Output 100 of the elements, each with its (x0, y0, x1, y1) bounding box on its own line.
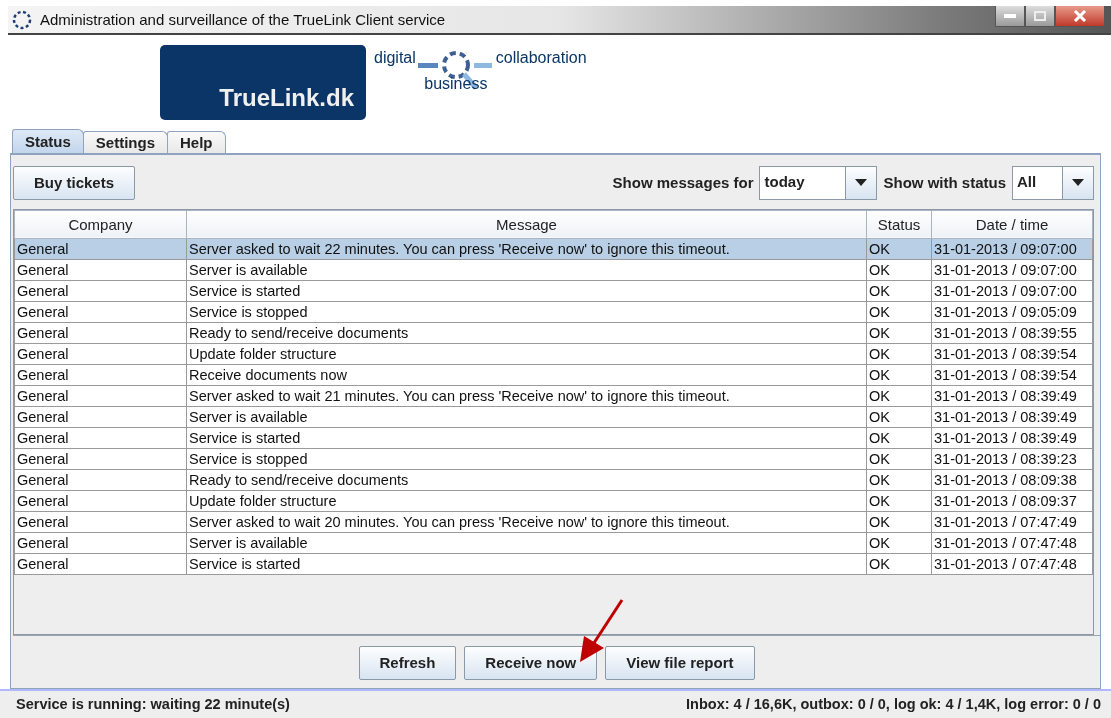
table-cell: OK (866, 343, 932, 365)
table-cell: OK (866, 259, 932, 281)
table-cell: Server is available (186, 259, 867, 281)
table-cell: OK (866, 322, 932, 344)
table-cell: OK (866, 553, 932, 575)
table-row[interactable]: General Service is stopped OK 31-01-2013 / 09:05:09 (14, 301, 1093, 323)
table-row[interactable]: General Ready to send/receive documents OK 31-01-2013 / 08:09:38 (14, 469, 1093, 491)
table-cell: General (14, 322, 187, 344)
minimize-button[interactable] (995, 6, 1025, 27)
table-cell: General (14, 469, 187, 491)
dropdown[interactable]: today (759, 165, 878, 200)
table-cell: 31-01-2013 / 08:39:49 (931, 427, 1093, 449)
dropdown[interactable]: All (1012, 165, 1094, 200)
tab[interactable]: Help (167, 130, 226, 153)
action-button[interactable]: Receive now (464, 645, 598, 680)
table-row[interactable]: General Service is started OK 31-01-2013 / 08:39:49 (14, 427, 1093, 449)
status-text: Inbox: 4 / 16,6K, outbox: 0 / 0, log ok: 4 / 1,4K, log error: 0 / 0 (686, 696, 1101, 713)
table-cell: General (14, 385, 187, 407)
table-row[interactable]: General Receive documents now OK 31-01-2013 / 08:39:54 (14, 364, 1093, 386)
table-cell: Ready to send/receive documents (186, 322, 867, 344)
table-row[interactable]: General Server asked to wait 20 minutes. You can press 'Receive now' to ignore this timeout. OK 31-01-2013 / 07:47:49 (14, 511, 1093, 533)
table-cell: General (14, 343, 187, 365)
tagline-text: business (424, 75, 488, 93)
table-row[interactable]: General Service is started OK 31-01-2013 / 07:47:48 (14, 553, 1093, 575)
table-cell: 31-01-2013 / 07:47:48 (931, 553, 1093, 575)
table-cell: OK (866, 511, 932, 533)
tab[interactable]: Status (12, 128, 84, 153)
table-cell: 31-01-2013 / 08:09:37 (931, 490, 1093, 512)
table-cell: General (14, 238, 187, 260)
table-cell: General (14, 427, 187, 449)
table-cell: Update folder structure (186, 343, 867, 365)
table-cell: General (14, 406, 187, 428)
table-cell: General (14, 511, 187, 533)
table-cell: OK (866, 490, 932, 512)
window-title: Administration and surveillance of the TrueLink Client service (40, 11, 447, 29)
table-cell: Server asked to wait 22 minutes. You can press 'Receive now' to ignore this timeout. (186, 238, 867, 260)
table-cell: 31-01-2013 / 08:09:38 (931, 469, 1093, 491)
maximize-button[interactable] (1025, 6, 1055, 27)
table-cell: General (14, 259, 187, 281)
table-cell: 31-01-2013 / 09:07:00 (931, 280, 1093, 302)
table-cell: 31-01-2013 / 08:39:23 (931, 448, 1093, 470)
field-label: Show with status (883, 174, 1006, 192)
table-cell: Server is available (186, 406, 867, 428)
table-row[interactable]: General Service is started OK 31-01-2013 / 09:07:00 (14, 280, 1093, 302)
table-cell: OK (866, 385, 932, 407)
table-cell: Server is available (186, 532, 867, 554)
table-cell: OK (866, 532, 932, 554)
tagline-text: collaboration (495, 49, 587, 67)
tab[interactable]: Settings (82, 130, 169, 153)
table-cell: Server asked to wait 20 minutes. You can press 'Receive now' to ignore this timeout. (186, 511, 867, 533)
table-cell: General (14, 364, 187, 386)
table-cell: 31-01-2013 / 09:07:00 (931, 238, 1093, 260)
table-row[interactable]: General Ready to send/receive documents OK 31-01-2013 / 08:39:55 (14, 322, 1093, 344)
column-header[interactable]: Message (186, 210, 867, 239)
table-cell: Service is started (186, 280, 867, 302)
table-row[interactable]: General Server asked to wait 21 minutes. You can press 'Receive now' to ignore this timeout. OK 31-01-2013 / 08:39:49 (14, 385, 1093, 407)
table-row[interactable]: General Update folder structure OK 31-01-2013 / 08:39:54 (14, 343, 1093, 365)
table-cell: Receive documents now (186, 364, 867, 386)
table-row[interactable]: General Service is stopped OK 31-01-2013 / 08:39:23 (14, 448, 1093, 470)
table-row[interactable]: General Server is available OK 31-01-2013 / 07:47:48 (14, 532, 1093, 554)
table-cell: 31-01-2013 / 08:39:49 (931, 406, 1093, 428)
table-cell: OK (866, 364, 932, 386)
table-cell: General (14, 532, 187, 554)
table-cell: General (14, 490, 187, 512)
table-cell: Update folder structure (186, 490, 867, 512)
table-cell: OK (866, 469, 932, 491)
buy-tickets-button[interactable]: Buy tickets (13, 165, 136, 200)
table-cell: OK (866, 427, 932, 449)
table-row[interactable]: General Server is available OK 31-01-2013 / 09:07:00 (14, 259, 1093, 281)
table-cell: Service is started (186, 427, 867, 449)
table-row[interactable]: General Server asked to wait 22 minutes. You can press 'Receive now' to ignore this timeout. OK 31-01-2013 / 09:07:00 (14, 238, 1093, 260)
caret-icon (855, 179, 868, 187)
table-row[interactable]: General Update folder structure OK 31-01-2013 / 08:09:37 (14, 490, 1093, 512)
column-header[interactable]: Date / time (931, 210, 1093, 239)
app-icon (12, 9, 32, 30)
caret-icon (1072, 179, 1084, 187)
table-cell: OK (866, 448, 932, 470)
close-button[interactable] (1055, 6, 1105, 27)
table-cell: 31-01-2013 / 08:39:54 (931, 343, 1093, 365)
field-label: Show messages for (612, 174, 754, 192)
action-button[interactable]: View file report (605, 645, 755, 680)
column-header[interactable]: Status (866, 210, 932, 239)
table-cell: Server asked to wait 21 minutes. You can press 'Receive now' to ignore this timeout. (186, 385, 867, 407)
table-cell: General (14, 448, 187, 470)
table-row[interactable]: General Server is available OK 31-01-2013 / 08:39:49 (14, 406, 1093, 428)
table-cell: OK (866, 280, 932, 302)
table-cell: 31-01-2013 / 07:47:48 (931, 532, 1093, 554)
table-cell: Ready to send/receive documents (186, 469, 867, 491)
table-cell: Service is stopped (186, 301, 867, 323)
table-cell: Service is started (186, 553, 867, 575)
table-cell: OK (866, 301, 932, 323)
minimize-icon (1004, 14, 1016, 18)
table-cell: Service is stopped (186, 448, 867, 470)
close-icon (1073, 10, 1087, 22)
tagline-text: digital (374, 49, 416, 67)
logo: TrueLink.dk (160, 44, 366, 120)
column-header[interactable]: Company (14, 210, 187, 239)
table-cell: 31-01-2013 / 08:39:49 (931, 385, 1093, 407)
table-cell: OK (866, 238, 932, 260)
action-button[interactable]: Refresh (358, 645, 457, 680)
